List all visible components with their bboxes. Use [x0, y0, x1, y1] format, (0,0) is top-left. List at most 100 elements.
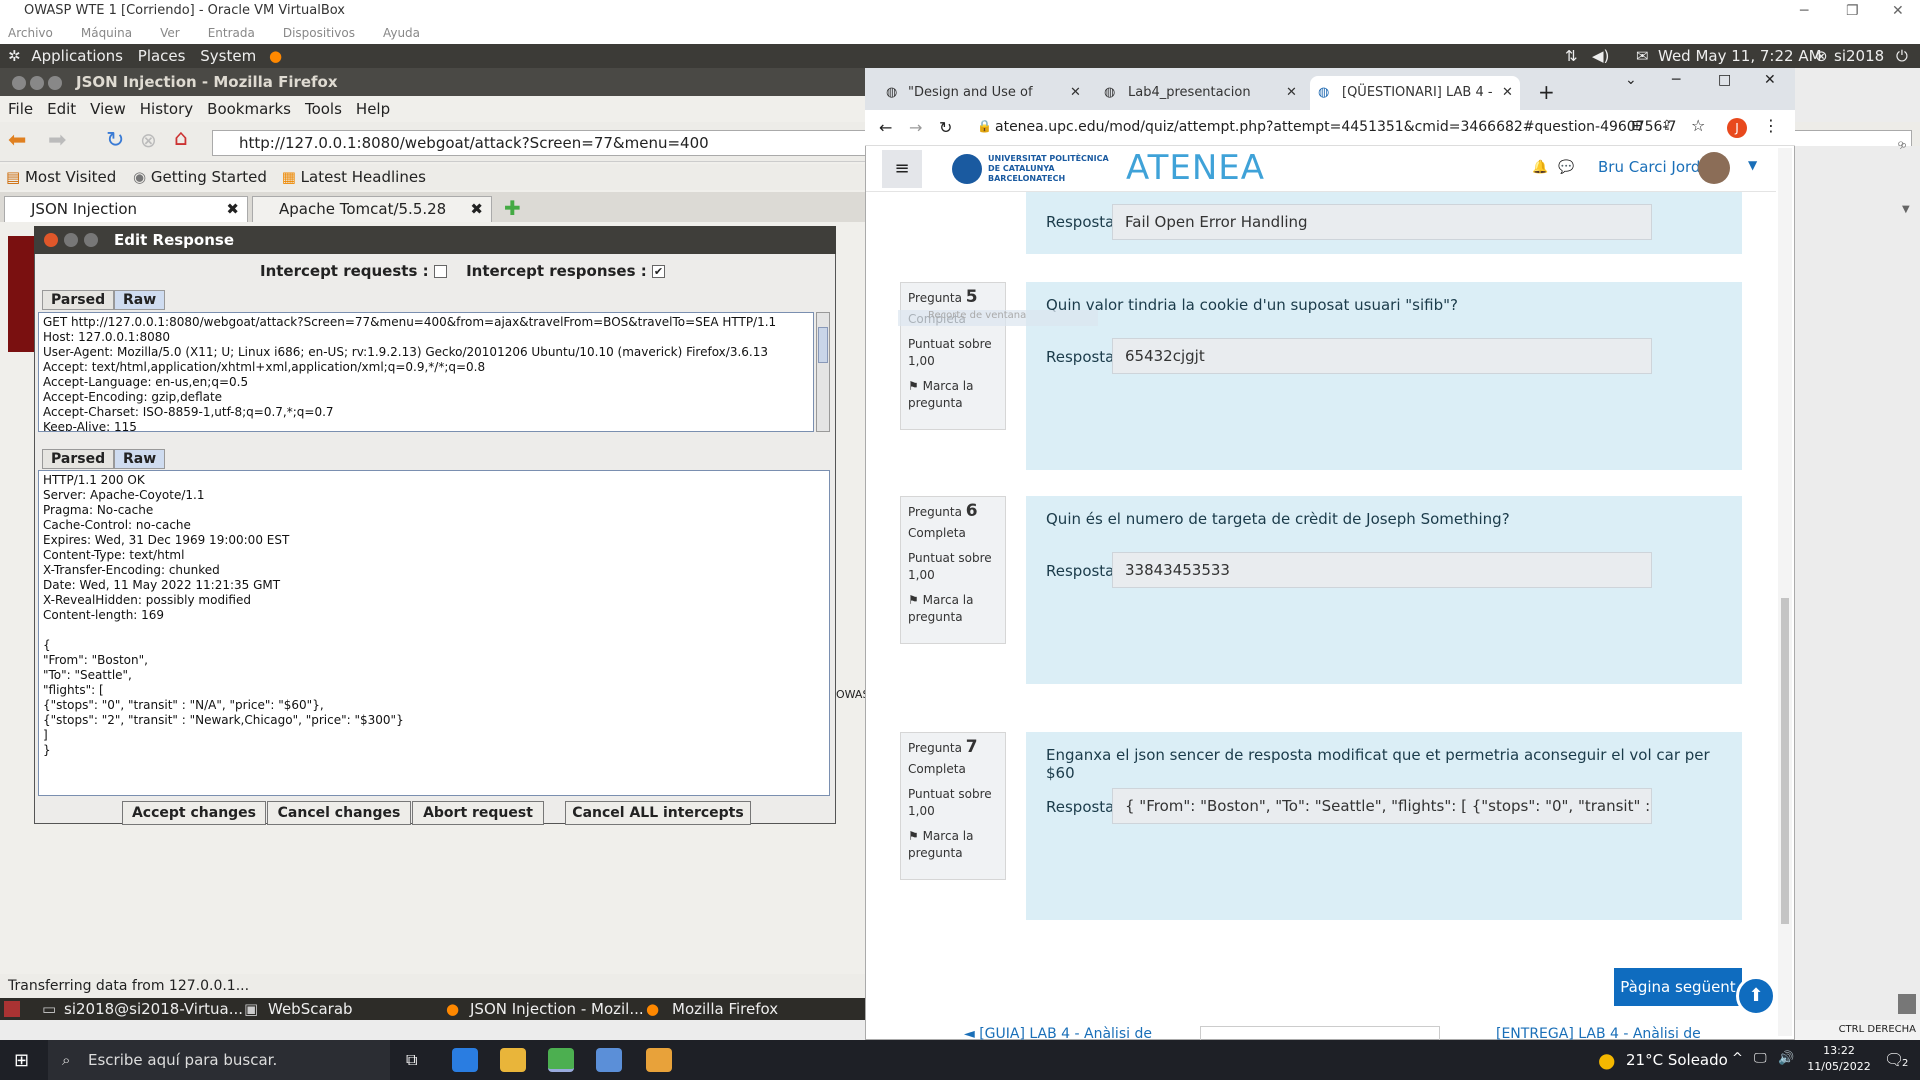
- panel-user[interactable]: si2018: [1834, 44, 1884, 68]
- menu-ayuda[interactable]: Ayuda: [383, 26, 420, 40]
- new-tab-icon[interactable]: ✚: [504, 196, 521, 220]
- weather-text[interactable]: 21°C Soleado: [1626, 1051, 1728, 1069]
- menu-ver[interactable]: Ver: [160, 26, 180, 40]
- response-tab-parsed[interactable]: Parsed: [42, 449, 115, 469]
- chrome-scrollbar[interactable]: [1778, 148, 1792, 1036]
- intercept-responses-checkbox[interactable]: ✔: [651, 265, 665, 278]
- reload-icon[interactable]: ↻: [939, 118, 952, 137]
- snipping-tool-icon[interactable]: [646, 1048, 672, 1072]
- notifications-icon[interactable]: 🔔: [1532, 160, 1548, 175]
- chrome-tab-lab4[interactable]: ◍ Lab4_presentacion ✕: [1096, 76, 1306, 110]
- bookmark-latest-headlines[interactable]: Latest Headlines: [301, 168, 426, 186]
- share-icon[interactable]: ⇪: [1661, 118, 1673, 134]
- taskbar-mozilla-firefox[interactable]: Mozilla Firefox: [672, 998, 778, 1020]
- reload-icon[interactable]: ↻: [106, 128, 124, 153]
- tab-apache-tomcat[interactable]: Apache Tomcat/5.5.28 ✖: [252, 196, 492, 222]
- windows-clock[interactable]: 13:22 11/05/2022: [1804, 1043, 1874, 1075]
- request-tab-raw[interactable]: Raw: [114, 290, 166, 310]
- flag-question-link[interactable]: ⚑ Marca la pregunta: [908, 592, 998, 626]
- maximize-icon[interactable]: □: [1718, 72, 1731, 88]
- bookmark-most-visited[interactable]: Most Visited: [25, 168, 116, 186]
- network-icon[interactable]: 🖵: [1754, 1051, 1767, 1066]
- close-tab-icon[interactable]: ✖: [226, 197, 239, 221]
- applications-menu[interactable]: Applications: [31, 47, 123, 65]
- chrome-tab-design[interactable]: ◍ "Design and Use of Anatomi ✕: [876, 76, 1086, 134]
- panel-clock[interactable]: Wed May 11, 7:22 AM: [1658, 44, 1822, 68]
- user-avatar[interactable]: [1698, 152, 1730, 184]
- menu-help[interactable]: Help: [356, 100, 390, 118]
- menu-view[interactable]: View: [90, 100, 126, 118]
- response-tab-raw[interactable]: Raw: [114, 449, 166, 469]
- answer-field-q4[interactable]: Fail Open Error Handling: [1112, 204, 1652, 240]
- bookmark-getting-started[interactable]: Getting Started: [151, 168, 267, 186]
- accept-changes-button[interactable]: Accept changes: [122, 801, 266, 825]
- minimize-icon[interactable]: ─: [1800, 0, 1808, 22]
- menu-archivo[interactable]: Archivo: [8, 26, 53, 40]
- menu-maquina[interactable]: Máquina: [81, 26, 132, 40]
- back-icon[interactable]: ⬅: [8, 128, 26, 153]
- forward-icon[interactable]: ➡: [48, 128, 66, 153]
- back-to-top-icon[interactable]: ⬆: [1736, 976, 1776, 1016]
- menu-dispositivos[interactable]: Dispositivos: [283, 26, 355, 40]
- next-page-button[interactable]: Pàgina següent: [1614, 968, 1742, 1006]
- volume-icon[interactable]: ◀): [1592, 44, 1609, 68]
- stop-icon[interactable]: ⊗: [140, 128, 157, 152]
- menu-edit[interactable]: Edit: [47, 100, 76, 118]
- activity-jump-select[interactable]: [1200, 1026, 1440, 1040]
- dialog-close-icon[interactable]: [44, 233, 58, 247]
- close-tab-icon[interactable]: ✖: [470, 197, 483, 221]
- file-explorer-icon[interactable]: [500, 1048, 526, 1072]
- menu-history[interactable]: History: [140, 100, 193, 118]
- flag-question-link[interactable]: ⚑ Marca la pregunta: [908, 378, 998, 412]
- taskbar-json-injection[interactable]: JSON Injection - Mozil...: [470, 998, 644, 1020]
- request-scrollbar[interactable]: [816, 312, 830, 432]
- close-icon[interactable]: ✕: [1764, 72, 1776, 88]
- minimize-icon[interactable]: ─: [1672, 72, 1680, 88]
- mail-icon[interactable]: ✉: [1636, 44, 1649, 68]
- chrome-taskbar-icon[interactable]: [548, 1048, 574, 1072]
- user-name[interactable]: Bru Carci Jordi: [1598, 158, 1705, 176]
- windows-start-icon[interactable]: ⊞: [14, 1050, 29, 1071]
- cancel-all-intercepts-button[interactable]: Cancel ALL intercepts: [565, 801, 751, 825]
- profile-avatar[interactable]: J: [1727, 118, 1747, 138]
- power-icon[interactable]: ⏻: [1896, 44, 1908, 68]
- lock-icon[interactable]: 🔒: [977, 119, 992, 133]
- firefox-launcher-icon[interactable]: ●: [269, 47, 282, 65]
- answer-field-q6[interactable]: 33843453533: [1112, 552, 1652, 588]
- places-menu[interactable]: Places: [138, 47, 186, 65]
- chrome-tab-questionari[interactable]: ◍ [QÜESTIONARI] LAB 4 - Anà ✕: [1310, 76, 1520, 134]
- answer-field-q5[interactable]: 65432cjgjt: [1112, 338, 1652, 374]
- scrollbar-thumb[interactable]: [1781, 598, 1789, 924]
- intercept-requests-checkbox[interactable]: [433, 265, 447, 278]
- menu-bookmarks[interactable]: Bookmarks: [207, 100, 291, 118]
- chrome-menu-icon[interactable]: ⋮: [1763, 116, 1779, 135]
- dropdown-arrow-icon[interactable]: ▼: [1902, 204, 1910, 215]
- close-icon[interactable]: ✕: [1892, 0, 1904, 22]
- forward-icon[interactable]: →: [909, 118, 922, 137]
- messages-icon[interactable]: 💬: [1558, 160, 1574, 175]
- menu-file[interactable]: File: [8, 100, 33, 118]
- trash-icon[interactable]: [1898, 994, 1916, 1014]
- close-tab-icon[interactable]: ✕: [1286, 76, 1297, 110]
- dialog-maximize-icon[interactable]: [84, 233, 98, 247]
- dialog-minimize-icon[interactable]: [64, 233, 78, 247]
- taskbar-terminal[interactable]: si2018@si2018-Virtua...: [64, 998, 243, 1020]
- close-tab-icon[interactable]: ✕: [1502, 76, 1513, 110]
- tray-chevron-icon[interactable]: ^: [1732, 1051, 1743, 1066]
- menu-entrada[interactable]: Entrada: [208, 26, 255, 40]
- user-menu-chevron-icon[interactable]: ▼: [1748, 158, 1757, 172]
- cancel-changes-button[interactable]: Cancel changes: [267, 801, 411, 825]
- home-icon[interactable]: ⌂: [174, 126, 188, 151]
- edge-icon[interactable]: [452, 1048, 478, 1072]
- request-tab-parsed[interactable]: Parsed: [42, 290, 115, 310]
- windows-search-box[interactable]: ⌕ Escribe aquí para buscar.: [48, 1040, 390, 1080]
- virtualbox-icon[interactable]: [596, 1048, 622, 1072]
- volume-icon[interactable]: 🔊: [1778, 1051, 1794, 1066]
- tab-search-icon[interactable]: ⌄: [1625, 72, 1637, 88]
- bookmark-star-icon[interactable]: ☆: [1691, 116, 1705, 135]
- new-tab-icon[interactable]: +: [1538, 80, 1555, 104]
- scrollbar-thumb[interactable]: [818, 327, 828, 363]
- close-tab-icon[interactable]: ✕: [1070, 76, 1081, 110]
- request-raw-text[interactable]: GET http://127.0.0.1:8080/webgoat/attack…: [38, 312, 814, 432]
- window-controls[interactable]: [12, 68, 66, 96]
